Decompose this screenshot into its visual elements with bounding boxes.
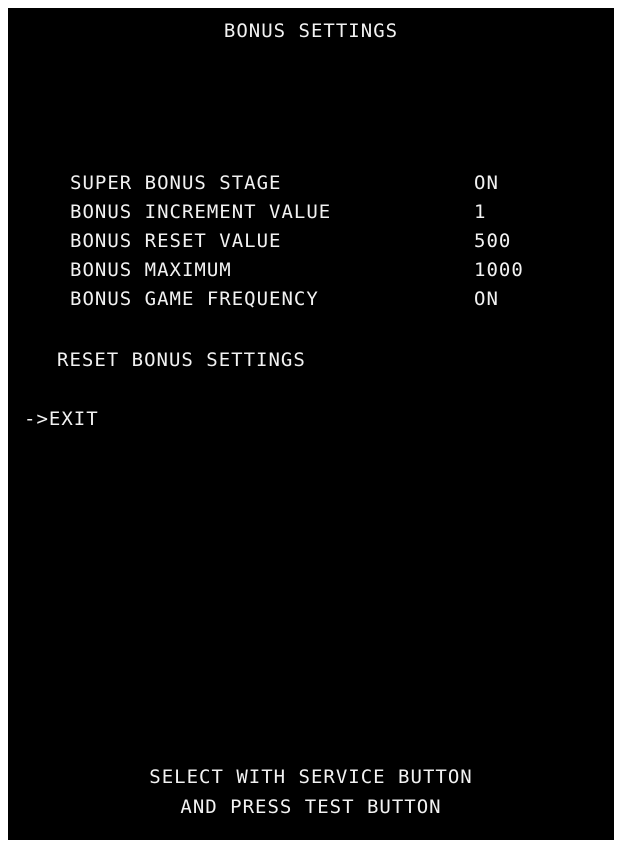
- menu-item-super-bonus-stage[interactable]: SUPER BONUS STAGE ON: [70, 172, 570, 200]
- exit-item[interactable]: ->EXIT: [24, 408, 99, 430]
- setting-label: BONUS RESET VALUE: [70, 230, 282, 252]
- setting-value: ON: [474, 288, 499, 310]
- menu-item-bonus-game-frequency[interactable]: BONUS GAME FREQUENCY ON: [70, 288, 570, 316]
- menu-item-bonus-increment-value[interactable]: BONUS INCREMENT VALUE 1: [70, 201, 570, 229]
- reset-bonus-settings-item[interactable]: RESET BONUS SETTINGS: [57, 349, 306, 371]
- setting-value: 500: [474, 230, 512, 252]
- service-menu-screen: BONUS SETTINGS SUPER BONUS STAGE ON BONU…: [8, 8, 614, 840]
- screen-title: BONUS SETTINGS: [223, 20, 399, 42]
- menu-item-bonus-maximum[interactable]: BONUS MAXIMUM 1000: [70, 259, 570, 287]
- setting-value: 1: [474, 201, 487, 223]
- setting-value: 1000: [474, 259, 524, 281]
- setting-label: BONUS INCREMENT VALUE: [70, 201, 332, 223]
- footer-instruction-line-1: SELECT WITH SERVICE BUTTON: [149, 766, 473, 788]
- setting-label: BONUS GAME FREQUENCY: [70, 288, 319, 310]
- setting-value: ON: [474, 172, 499, 194]
- footer-instruction-line-2: AND PRESS TEST BUTTON: [180, 796, 442, 818]
- menu-item-bonus-reset-value[interactable]: BONUS RESET VALUE 500: [70, 230, 570, 258]
- setting-label: SUPER BONUS STAGE: [70, 172, 282, 194]
- setting-label: BONUS MAXIMUM: [70, 259, 232, 281]
